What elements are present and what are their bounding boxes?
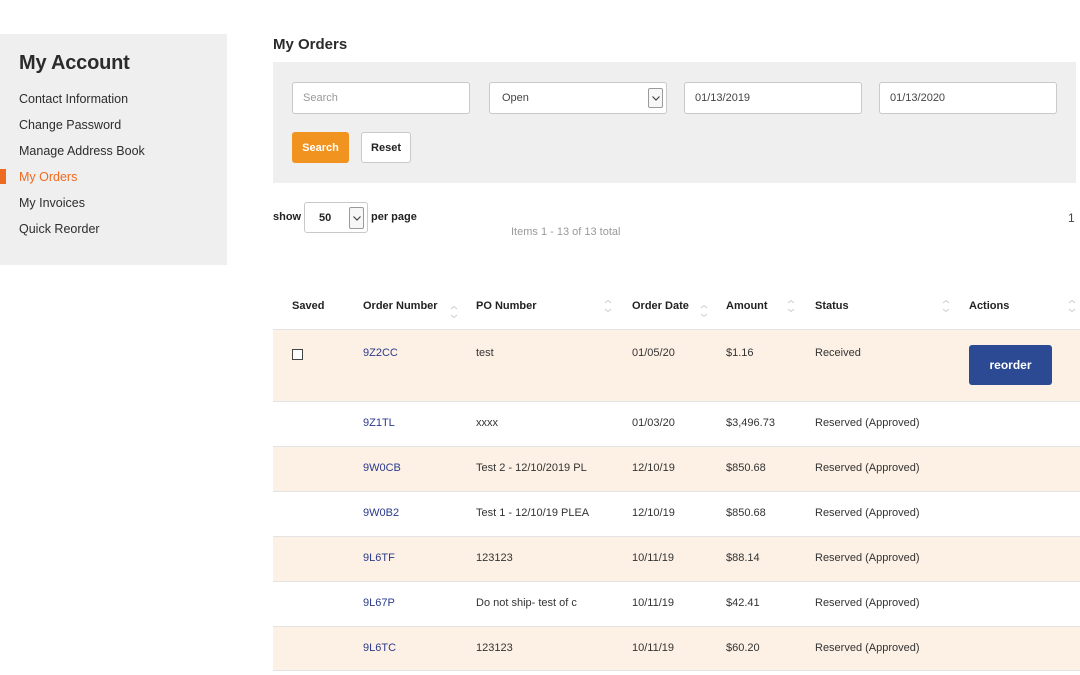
order-status: Received [815, 347, 861, 359]
order-date: 12/10/19 [632, 507, 675, 519]
header-actions: Actions [969, 300, 1010, 312]
po-number: Test 2 - 12/10/2019 PL [476, 462, 587, 474]
sidebar-nav: Contact Information Change Password Mana… [0, 90, 227, 246]
order-amount: $850.68 [726, 462, 766, 474]
table-row: 9W0CB Test 2 - 12/10/2019 PL 12/10/19 $8… [273, 446, 1080, 491]
order-status: Reserved (Approved) [815, 417, 920, 429]
chevron-down-icon[interactable] [349, 207, 364, 229]
order-status: Reserved (Approved) [815, 507, 920, 519]
order-number-link[interactable]: 9L67P [363, 597, 395, 609]
po-number: Do not ship- test of c [476, 597, 577, 609]
order-date: 01/03/20 [632, 417, 675, 429]
sort-icon[interactable] [450, 306, 458, 318]
reorder-button[interactable]: reorder [969, 345, 1052, 385]
table-row: 9Z1TL xxxx 01/03/20 $3,496.73 Reserved (… [273, 401, 1080, 446]
per-page-select[interactable]: 50 [304, 202, 368, 233]
order-date: 12/10/19 [632, 462, 675, 474]
order-date: 10/11/19 [632, 597, 675, 609]
po-number: test [476, 347, 494, 359]
sidebar-item-my-orders[interactable]: My Orders [0, 168, 227, 194]
sort-icon[interactable] [700, 305, 708, 317]
header-po-number[interactable]: PO Number [476, 300, 537, 312]
sidebar-item-change-password[interactable]: Change Password [0, 116, 227, 142]
sort-icon[interactable] [1068, 300, 1076, 312]
po-number: xxxx [476, 417, 498, 429]
header-amount[interactable]: Amount [726, 300, 768, 312]
status-select[interactable]: Open [489, 82, 667, 114]
table-row: 9L6TF 123123 10/11/19 $88.14 Reserved (A… [273, 536, 1080, 581]
sidebar-title: My Account [19, 52, 130, 74]
order-status: Reserved (Approved) [815, 642, 920, 654]
order-amount: $3,496.73 [726, 417, 775, 429]
order-status: Reserved (Approved) [815, 462, 920, 474]
po-number: Test 1 - 12/10/19 PLEA [476, 507, 590, 519]
header-saved: Saved [292, 300, 325, 312]
order-amount: $850.68 [726, 507, 766, 519]
table-row: 9L6TC 123123 10/11/19 $60.20 Reserved (A… [273, 626, 1080, 671]
filter-panel: Open Search Reset [273, 62, 1076, 183]
order-amount: $60.20 [726, 642, 760, 654]
per-page-label: per page [371, 211, 417, 223]
table-row: 9Z2CC test 01/05/20 $1.16 Received reord… [273, 329, 1080, 401]
search-button[interactable]: Search [292, 132, 349, 163]
order-amount: $88.14 [726, 552, 760, 564]
show-label: show [273, 211, 302, 223]
table-row: 9W0B2 Test 1 - 12/10/19 PLEA 12/10/19 $8… [273, 491, 1080, 536]
reset-button[interactable]: Reset [361, 132, 411, 163]
header-order-number[interactable]: Order Number [363, 300, 438, 312]
order-number-link[interactable]: 9W0B2 [363, 507, 399, 519]
sort-icon[interactable] [787, 300, 795, 312]
sidebar-item-contact-information[interactable]: Contact Information [0, 90, 227, 116]
items-count: Items 1 - 13 of 13 total [511, 226, 621, 238]
chevron-down-icon[interactable] [648, 88, 663, 108]
header-order-date[interactable]: Order Date [632, 300, 689, 312]
date-from-input[interactable] [684, 82, 862, 114]
sort-icon[interactable] [604, 300, 612, 312]
order-number-link[interactable]: 9Z1TL [363, 417, 395, 429]
search-input[interactable] [292, 82, 470, 114]
order-status: Reserved (Approved) [815, 552, 920, 564]
sidebar-item-quick-reorder[interactable]: Quick Reorder [0, 220, 227, 246]
per-page-value: 50 [319, 212, 332, 224]
sidebar-item-manage-address-book[interactable]: Manage Address Book [0, 142, 227, 168]
po-number: 123123 [476, 642, 513, 654]
order-date: 10/11/19 [632, 552, 675, 564]
order-number-link[interactable]: 9L6TF [363, 552, 395, 564]
order-date: 01/05/20 [632, 347, 675, 359]
header-status[interactable]: Status [815, 300, 849, 312]
order-amount: $42.41 [726, 597, 760, 609]
order-status: Reserved (Approved) [815, 597, 920, 609]
order-number-link[interactable]: 9W0CB [363, 462, 401, 474]
po-number: 123123 [476, 552, 513, 564]
table-header: Saved Order Number PO Number Order Date … [273, 289, 1080, 329]
table-row: 9L67P Do not ship- test of c 10/11/19 $4… [273, 581, 1080, 626]
account-sidebar: My Account Contact Information Change Pa… [0, 34, 227, 265]
date-to-input[interactable] [879, 82, 1057, 114]
status-select-value: Open [502, 92, 529, 104]
order-amount: $1.16 [726, 347, 754, 359]
sort-icon[interactable] [942, 300, 950, 312]
page-title: My Orders [273, 36, 348, 53]
sidebar-item-my-invoices[interactable]: My Invoices [0, 194, 227, 220]
page-number[interactable]: 1 [1068, 211, 1075, 225]
order-date: 10/11/19 [632, 642, 675, 654]
order-number-link[interactable]: 9L6TC [363, 642, 396, 654]
order-number-link[interactable]: 9Z2CC [363, 347, 398, 359]
saved-checkbox[interactable] [292, 349, 303, 360]
orders-table: Saved Order Number PO Number Order Date … [273, 289, 1080, 671]
